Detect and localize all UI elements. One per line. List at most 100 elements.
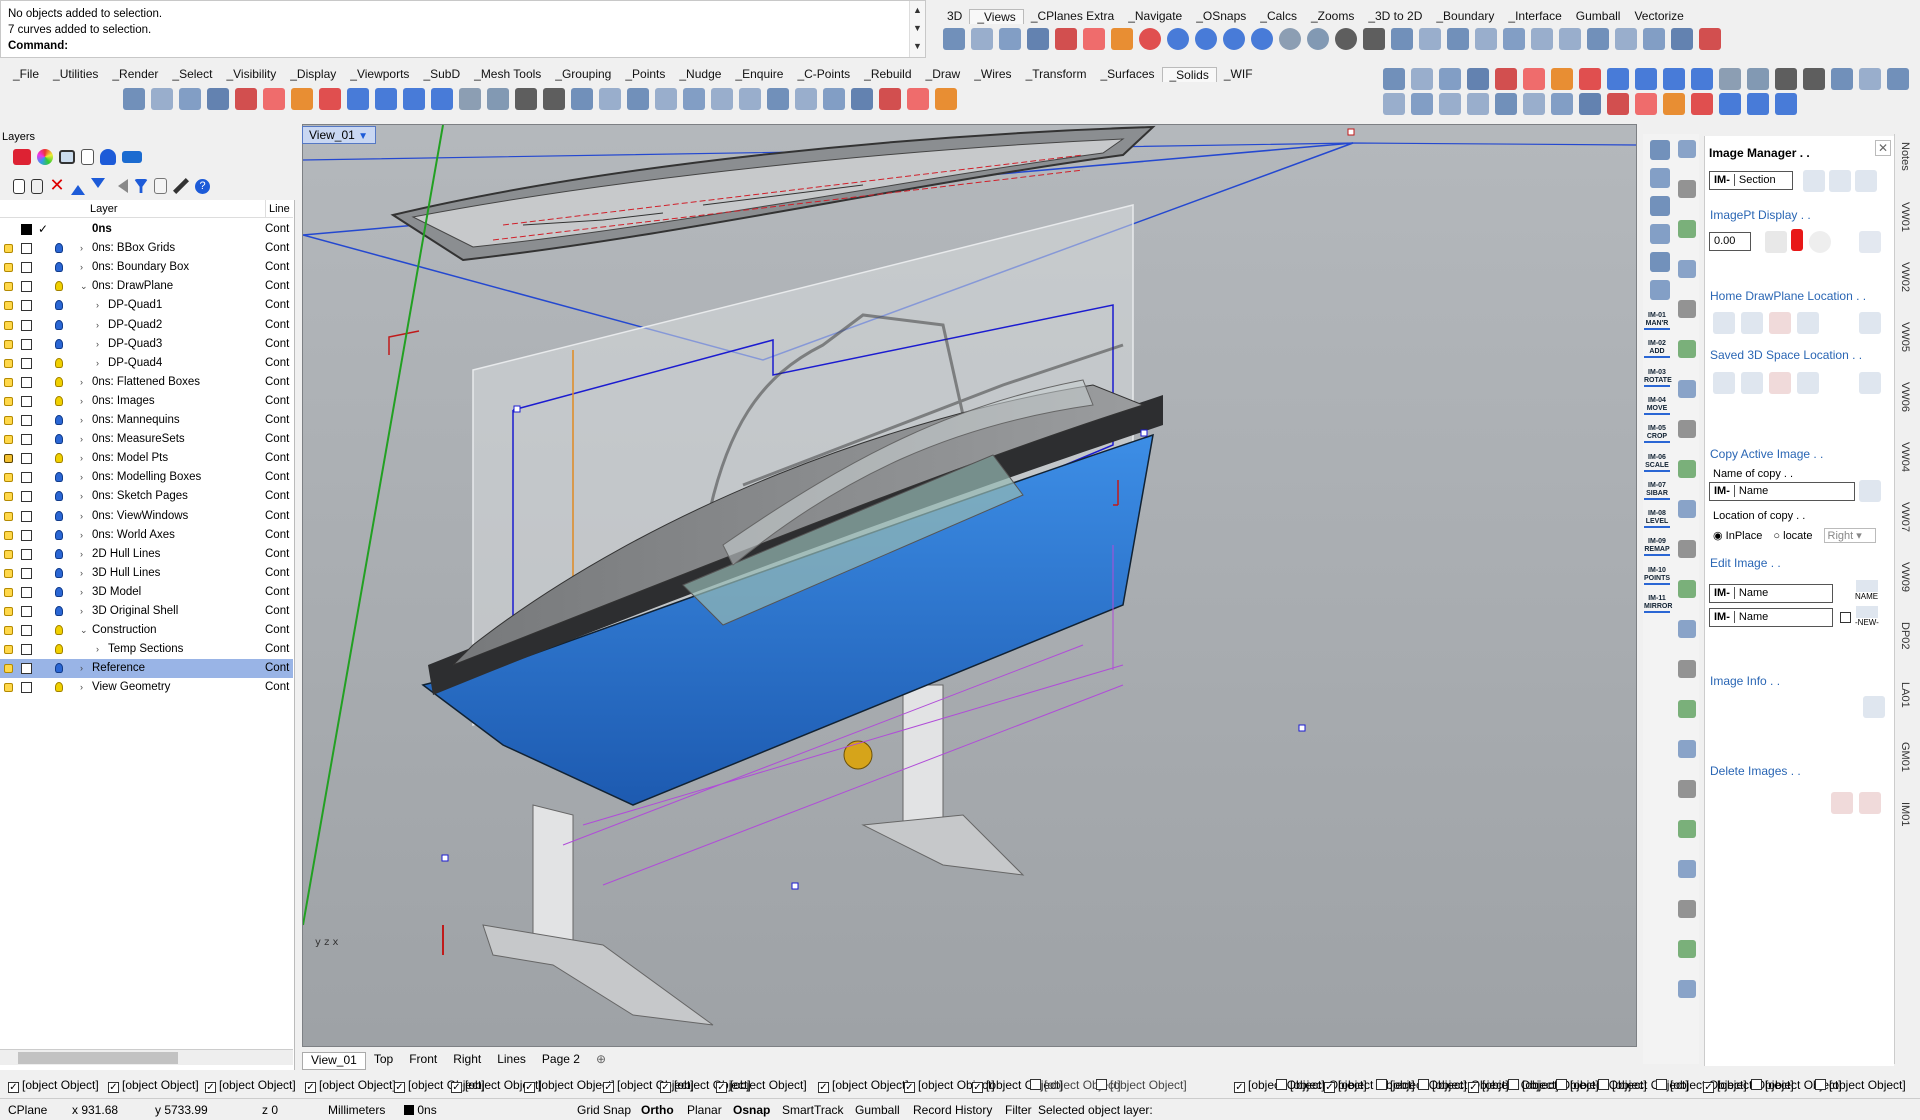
layer-linetype[interactable]: Cont xyxy=(265,659,289,678)
toolbar-command-icon[interactable] xyxy=(235,88,257,110)
layer-color-box[interactable] xyxy=(21,338,32,350)
toolbar-tab[interactable]: _OSnaps xyxy=(1189,9,1253,23)
layer-color-box[interactable] xyxy=(21,548,32,560)
light-bulb-icon[interactable] xyxy=(55,453,63,464)
toolbar-command-icon[interactable] xyxy=(1531,28,1553,50)
materials-tab-icon[interactable] xyxy=(37,149,53,165)
chevron-right-icon[interactable]: › xyxy=(80,659,83,678)
object-filter-checkbox[interactable]: [object Object] xyxy=(1096,1078,1187,1092)
layer-linetype[interactable]: Cont xyxy=(265,411,289,430)
light-bulb-icon[interactable] xyxy=(55,491,63,502)
layer-linetype[interactable]: Cont xyxy=(265,373,289,392)
lock-open-icon[interactable] xyxy=(4,244,13,254)
new-button[interactable]: -NEW- xyxy=(1855,606,1879,627)
chevron-right-icon[interactable]: › xyxy=(80,678,83,697)
toolbar-command-icon[interactable] xyxy=(683,88,705,110)
layer-linetype[interactable]: Cont xyxy=(265,296,289,315)
light-bulb-icon[interactable] xyxy=(55,262,63,273)
lock-open-icon[interactable] xyxy=(4,549,13,559)
toolbar-tab[interactable]: _Points xyxy=(618,67,672,81)
layer-linetype[interactable]: Cont xyxy=(265,335,289,354)
chevron-right-icon[interactable]: › xyxy=(80,239,83,258)
layer-row[interactable]: › DP-Quad2 Cont xyxy=(0,316,293,335)
toolbar-command-icon[interactable] xyxy=(151,88,173,110)
lock-open-icon[interactable] xyxy=(4,301,13,311)
object-filter-checkbox[interactable]: ✓ [object Object] xyxy=(205,1078,296,1093)
toolbar-tab[interactable]: _3D to 2D xyxy=(1361,9,1429,23)
right-panel-tab[interactable]: IM01 xyxy=(1899,802,1911,826)
layer-linetype[interactable]: Cont xyxy=(265,220,289,239)
toolbar-command-icon[interactable] xyxy=(1495,92,1517,115)
layer-row[interactable]: › 0ns: MeasureSets Cont xyxy=(0,430,293,449)
saved3d-home-icon[interactable] xyxy=(1797,372,1819,394)
grid-snap-toggle[interactable]: Grid Snap xyxy=(577,1103,631,1117)
light-bulb-icon[interactable] xyxy=(55,357,63,368)
panel-tool-icon[interactable] xyxy=(1678,620,1696,638)
section-field[interactable]: IM- Section xyxy=(1709,171,1793,190)
light-bulb-icon[interactable] xyxy=(55,663,63,674)
lock-open-icon[interactable] xyxy=(4,664,13,674)
right-panel-tab[interactable]: VW06 xyxy=(1899,382,1911,412)
toolbar-command-icon[interactable] xyxy=(1579,92,1601,115)
toolbar-tab[interactable]: _WIF xyxy=(1217,67,1260,81)
layer-row[interactable]: › 2D Hull Lines Cont xyxy=(0,545,293,564)
command-prompt[interactable]: Command: xyxy=(8,40,68,52)
light-bulb-icon[interactable] xyxy=(55,586,63,597)
toolbar-command-icon[interactable] xyxy=(823,88,845,110)
layer-linetype[interactable]: Cont xyxy=(265,239,289,258)
right-panel-tab[interactable]: DP02 xyxy=(1899,622,1911,650)
layer-row[interactable]: › 0ns: World Axes Cont xyxy=(0,526,293,545)
new-layer-icon[interactable] xyxy=(13,178,25,194)
layer-row[interactable]: › 3D Model Cont xyxy=(0,583,293,602)
toolbar-command-icon[interactable] xyxy=(971,28,993,50)
toolbar-command-icon[interactable] xyxy=(1559,28,1581,50)
display-settings-icon[interactable] xyxy=(1859,231,1881,253)
viewport-view-01[interactable]: y z x xyxy=(302,124,1637,1047)
toolbar-command-icon[interactable] xyxy=(627,88,649,110)
tools-icon[interactable] xyxy=(173,178,189,194)
drawplane-query2-icon[interactable] xyxy=(1741,312,1763,334)
im-command-button[interactable]: IM-04 MOVE xyxy=(1644,397,1670,415)
toolbar-tab[interactable]: _SubD xyxy=(416,67,467,81)
delete-image-icon[interactable] xyxy=(1831,792,1853,814)
layer-row[interactable]: › DP-Quad3 Cont xyxy=(0,335,293,354)
panel-tool-icon[interactable] xyxy=(1678,220,1696,238)
toolbar-command-icon[interactable] xyxy=(1663,92,1685,115)
color-swatch-icon[interactable] xyxy=(1791,229,1803,251)
toolbar-command-icon[interactable] xyxy=(1055,28,1077,50)
copy-image-icon[interactable] xyxy=(1859,480,1881,502)
light-bulb-icon[interactable] xyxy=(55,625,63,636)
layer-row[interactable]: › Temp Sections Cont xyxy=(0,640,293,659)
layer-row[interactable]: › DP-Quad1 Cont xyxy=(0,296,293,315)
toolbar-command-icon[interactable] xyxy=(711,88,733,110)
layer-linetype[interactable]: Cont xyxy=(265,277,289,296)
side-tool-icon[interactable] xyxy=(1650,140,1670,160)
toolbar-command-icon[interactable] xyxy=(1551,67,1573,90)
chevron-down-icon[interactable]: ⌄ xyxy=(80,621,88,640)
toolbar-command-icon[interactable] xyxy=(1251,28,1273,50)
display-spinner[interactable]: 0.00 xyxy=(1709,232,1751,251)
toolbar-tab[interactable]: _Mesh Tools xyxy=(467,67,548,81)
toolbar-tab[interactable]: _Surfaces xyxy=(1093,67,1161,81)
filter-toggle[interactable]: Filter xyxy=(1005,1103,1032,1117)
layer-row[interactable]: › 3D Original Shell Cont xyxy=(0,602,293,621)
panel-tool-icon[interactable] xyxy=(1678,700,1696,718)
layer-linetype[interactable]: Cont xyxy=(265,392,289,411)
toolbar-tab[interactable]: _Transform xyxy=(1019,67,1094,81)
side-tool-icon[interactable] xyxy=(1650,280,1670,300)
panel-tool-icon[interactable] xyxy=(1678,420,1696,438)
close-icon[interactable]: ✕ xyxy=(1875,140,1891,156)
toolbar-command-icon[interactable] xyxy=(1447,28,1469,50)
panel-tool-icon[interactable] xyxy=(1678,940,1696,958)
toolbar-command-icon[interactable] xyxy=(1691,67,1713,90)
light-bulb-icon[interactable] xyxy=(55,376,63,387)
section-home-icon[interactable] xyxy=(1829,170,1851,192)
new-sublayer-icon[interactable] xyxy=(31,178,43,194)
toolbar-command-icon[interactable] xyxy=(1391,28,1413,50)
im-command-button[interactable]: IM-01 MAN'R xyxy=(1644,312,1670,330)
command-scrollbar[interactable]: ▲ ▼ ▼ xyxy=(909,1,925,57)
toolbar-tab[interactable]: _Nudge xyxy=(672,67,728,81)
layer-color-box[interactable] xyxy=(21,376,32,388)
side-tool-icon[interactable] xyxy=(1650,168,1670,188)
layer-linetype[interactable]: Cont xyxy=(265,487,289,506)
